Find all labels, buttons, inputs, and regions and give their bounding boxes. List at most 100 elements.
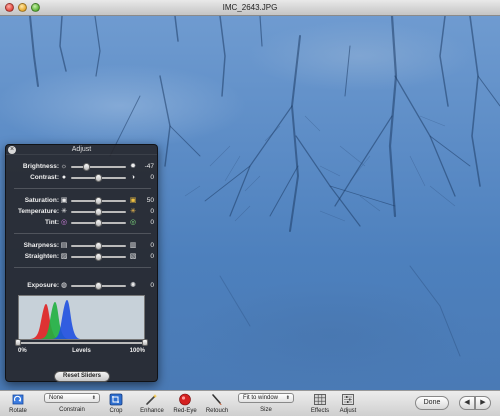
warm-icon: ✳ <box>130 208 136 215</box>
saturation-label: Saturation: <box>24 197 59 204</box>
saturation-low-icon: ▣ <box>60 197 68 204</box>
straighten-slider[interactable] <box>71 253 126 261</box>
red-eye-icon <box>179 393 191 406</box>
sharpness-slider-thumb[interactable] <box>95 242 102 250</box>
tint-slider[interactable] <box>71 219 126 227</box>
brush-icon <box>212 394 222 405</box>
effects-label: Effects <box>310 408 330 414</box>
contrast-low-icon: ● <box>61 174 67 181</box>
temperature-label: Temperature: <box>17 208 59 215</box>
constrain-control: None ⬍ Constrain <box>44 391 100 416</box>
crop-button[interactable]: Crop <box>106 393 126 414</box>
divider <box>14 267 151 268</box>
constrain-popup[interactable]: None ⬍ <box>44 393 100 403</box>
straighten-slider-thumb[interactable] <box>95 253 102 261</box>
tint-slider-thumb[interactable] <box>95 219 102 227</box>
sharpness-slider[interactable] <box>71 242 126 250</box>
rotate-label: Rotate <box>9 408 27 414</box>
tint-green-icon: ◎ <box>129 219 137 226</box>
window-title: IMC_2643.JPG <box>222 3 278 12</box>
tint-label: Tint: <box>45 219 59 226</box>
sun-small-icon: ☼ <box>60 163 68 170</box>
temperature-row: Temperature: ✳ ✳ 0 <box>6 207 159 217</box>
arrow-right-icon: ▶ <box>480 399 486 406</box>
brightness-slider[interactable] <box>71 163 126 171</box>
size-selected: Fit to window <box>243 395 279 401</box>
saturation-slider[interactable] <box>71 197 126 205</box>
brightness-slider-thumb[interactable] <box>82 163 90 171</box>
size-label: Size <box>260 407 272 413</box>
exposure-slider[interactable] <box>71 282 126 290</box>
contrast-label: Contrast: <box>30 174 59 181</box>
adjust-button[interactable]: Adjust <box>336 393 360 414</box>
temperature-value: 0 <box>150 208 154 215</box>
effects-button[interactable]: Effects <box>308 393 332 414</box>
levels-label: Levels <box>72 348 91 354</box>
straighten-row: Straighten: ▨ ▧ 0 <box>6 252 159 262</box>
chevron-updown-icon: ⬍ <box>285 395 290 401</box>
crop-label: Crop <box>109 408 123 414</box>
brightness-row: Brightness: ☼ ✹ -47 <box>6 162 159 172</box>
sun-large-icon: ✹ <box>130 163 136 170</box>
constrain-label: Constrain <box>59 407 85 413</box>
previous-button[interactable]: ◀ <box>459 396 475 410</box>
rotate-icon <box>12 394 24 405</box>
saturation-high-icon: ▣ <box>129 197 137 204</box>
levels-histogram <box>18 295 145 340</box>
adjust-label: Adjust <box>339 408 357 414</box>
arrow-left-icon: ◀ <box>464 399 470 406</box>
next-button[interactable]: ▶ <box>475 396 491 410</box>
straighten-left-icon: ▨ <box>60 253 68 260</box>
saturation-slider-thumb[interactable] <box>95 197 102 205</box>
exposure-label: Exposure: <box>27 282 59 289</box>
levels-white-point-thumb[interactable] <box>142 339 148 346</box>
red-eye-button[interactable]: Red-Eye <box>172 393 198 414</box>
saturation-row: Saturation: ▣ ▣ 50 <box>6 196 159 206</box>
levels-slider[interactable] <box>15 339 148 346</box>
contrast-row: Contrast: ● ◑ 0 <box>6 173 159 183</box>
histogram-graph <box>29 300 81 339</box>
divider <box>14 188 151 189</box>
saturation-value: 50 <box>146 197 154 204</box>
adjust-panel: × Adjust Brightness: ☼ ✹ -47 Contrast: ●… <box>5 144 158 382</box>
adjust-sliders-icon <box>342 394 354 405</box>
temperature-slider[interactable] <box>71 208 126 216</box>
sharpness-label: Sharpness: <box>23 242 59 249</box>
brightness-label: Brightness: <box>22 163 59 170</box>
straighten-label: Straighten: <box>24 253 59 260</box>
reset-sliders-button[interactable]: Reset Sliders <box>54 371 110 382</box>
sharpness-row: Sharpness: ▤ ▥ 0 <box>6 241 159 251</box>
temperature-slider-thumb[interactable] <box>95 208 102 216</box>
constrain-selected: None <box>49 395 64 401</box>
enhance-label: Enhance <box>140 408 164 414</box>
levels-max-label: 100% <box>129 348 145 354</box>
sharpness-high-icon: ▥ <box>129 242 137 249</box>
levels-black-point-thumb[interactable] <box>15 339 21 346</box>
magic-wand-icon <box>146 394 158 405</box>
adjust-panel-header: × Adjust <box>6 145 157 155</box>
rotate-button[interactable]: Rotate <box>6 393 30 414</box>
tint-value: 0 <box>150 219 154 226</box>
bottom-toolbar: Rotate None ⬍ Constrain Crop Enhance Red… <box>0 390 500 416</box>
exposure-high-icon: ✺ <box>130 282 136 289</box>
size-popup[interactable]: Fit to window ⬍ <box>238 393 294 403</box>
enhance-button[interactable]: Enhance <box>139 393 165 414</box>
sharpness-value: 0 <box>150 242 154 249</box>
done-button[interactable]: Done <box>415 396 449 410</box>
exposure-slider-thumb[interactable] <box>95 282 102 290</box>
size-control: Fit to window ⬍ Size <box>238 391 294 416</box>
chevron-updown-icon: ⬍ <box>91 395 96 401</box>
exposure-value: 0 <box>150 282 154 289</box>
tint-magenta-icon: ◎ <box>60 219 68 226</box>
divider <box>14 233 151 234</box>
tint-row: Tint: ◎ ◎ 0 <box>6 218 159 228</box>
retouch-label: Retouch <box>205 408 229 414</box>
adjust-panel-title: Adjust <box>71 146 92 153</box>
retouch-button[interactable]: Retouch <box>203 393 231 414</box>
contrast-slider-thumb[interactable] <box>95 174 102 182</box>
straighten-right-icon: ▧ <box>129 253 137 260</box>
contrast-slider[interactable] <box>71 174 126 182</box>
exposure-row: Exposure: ◍ ✺ 0 <box>6 281 159 291</box>
straighten-value: 0 <box>150 253 154 260</box>
contrast-value: 0 <box>150 174 154 181</box>
